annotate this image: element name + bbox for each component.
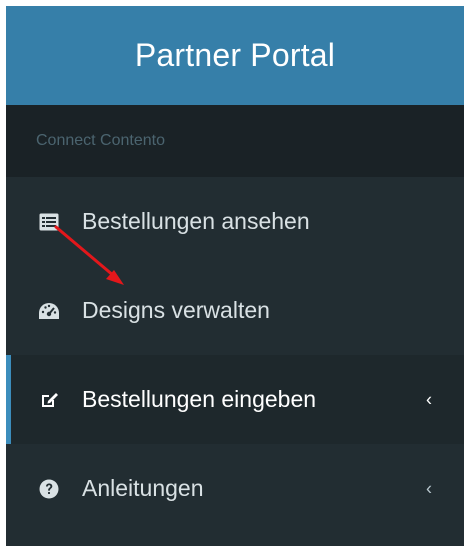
sidebar: Partner Portal Connect Contento Bestellu…: [6, 6, 464, 546]
menu-item-label: Bestellungen eingeben: [82, 386, 317, 412]
menu-item-label: Bestellungen ansehen: [82, 208, 310, 234]
brand-title: Partner Portal: [134, 37, 336, 73]
menu-item-bestellungen-eingeben[interactable]: Bestellungen eingeben ‹: [6, 355, 464, 444]
menu-item-designs-verwalten[interactable]: Designs verwalten: [6, 266, 464, 355]
question-circle-icon: [38, 478, 60, 500]
menu-item-label: Anleitungen: [82, 475, 204, 501]
section-header-label: Connect Contento: [36, 132, 165, 149]
edit-icon: [38, 389, 60, 411]
menu-item-label: Designs verwalten: [82, 297, 270, 323]
chevron-left-icon[interactable]: ‹: [426, 478, 432, 499]
section-header: Connect Contento: [6, 105, 464, 177]
brand-header[interactable]: Partner Portal: [6, 6, 464, 105]
menu-item-bestellungen-ansehen[interactable]: Bestellungen ansehen: [6, 177, 464, 266]
menu-item-anleitungen[interactable]: Anleitungen ‹: [6, 444, 464, 533]
dashboard-gauge-icon: [38, 300, 60, 322]
chevron-left-icon[interactable]: ‹: [426, 389, 432, 410]
list-alt-icon: [38, 211, 60, 233]
